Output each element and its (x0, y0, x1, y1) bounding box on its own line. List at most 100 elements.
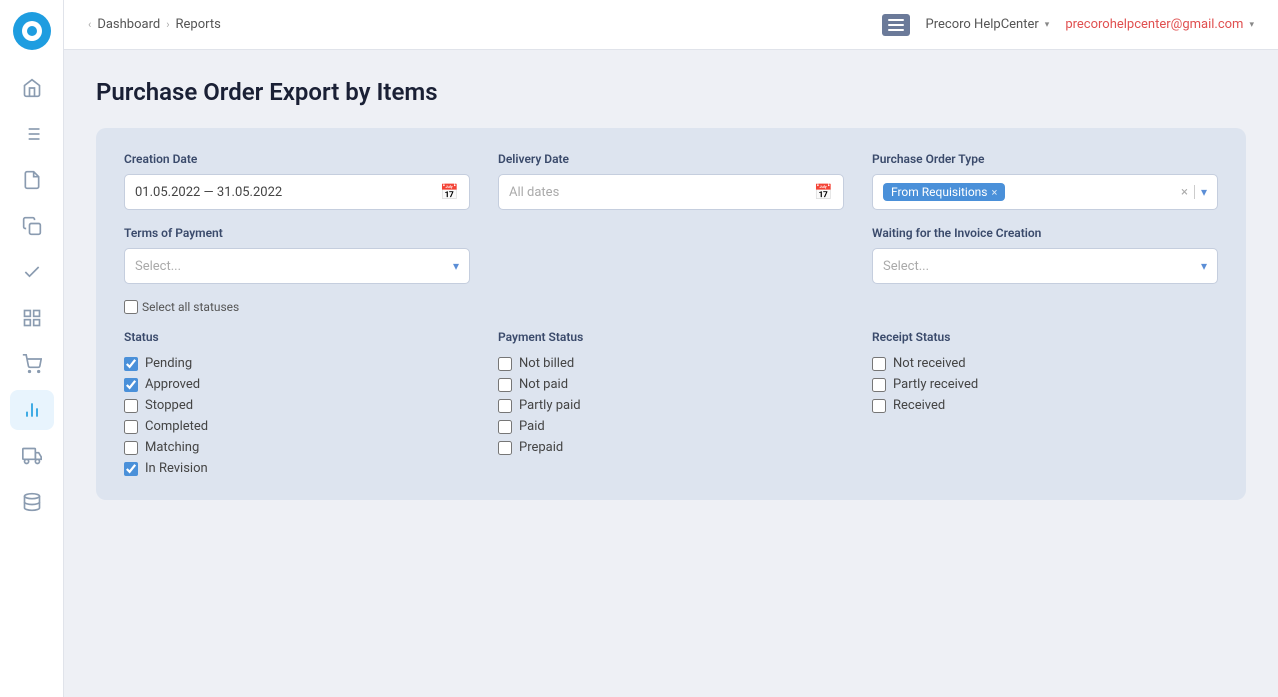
po-type-clear-icon[interactable]: × (1181, 185, 1188, 200)
waiting-invoice-select[interactable]: Select... ▾ (872, 248, 1218, 284)
payment-prepaid-checkbox[interactable] (498, 441, 512, 455)
payment-prepaid-row: Prepaid (498, 440, 844, 455)
app-logo[interactable] (13, 12, 51, 50)
receipt-status-group: Receipt Status Not received Partly recei… (872, 330, 1218, 476)
payment-not-paid-label[interactable]: Not paid (519, 377, 568, 392)
payment-not-paid-checkbox[interactable] (498, 378, 512, 392)
company-chevron-icon: ▾ (1045, 20, 1050, 30)
payment-prepaid-label[interactable]: Prepaid (519, 440, 563, 455)
po-type-value: From Requisitions × (883, 183, 1005, 201)
receipt-status-group-title: Receipt Status (872, 330, 1218, 344)
sidebar-item-delivery[interactable] (10, 436, 54, 476)
breadcrumb-sep-1: › (166, 18, 169, 31)
status-group: Status Pending Approved Stopped (124, 330, 470, 476)
status-completed-checkbox[interactable] (124, 420, 138, 434)
payment-status-group: Payment Status Not billed Not paid Partl… (498, 330, 844, 476)
creation-date-input[interactable]: 01.05.2022 — 31.05.2022 📅 (124, 174, 470, 210)
status-stopped-row: Stopped (124, 398, 470, 413)
po-type-tag-remove[interactable]: × (992, 186, 998, 199)
delivery-date-placeholder: All dates (509, 185, 559, 200)
sidebar-item-home[interactable] (10, 68, 54, 108)
receipt-partly-received-label[interactable]: Partly received (893, 377, 978, 392)
payment-not-billed-label[interactable]: Not billed (519, 356, 574, 371)
delivery-date-calendar-icon: 📅 (814, 183, 833, 201)
status-in-revision-label[interactable]: In Revision (145, 461, 208, 476)
breadcrumb-reports[interactable]: Reports (176, 17, 221, 32)
waiting-invoice-label: Waiting for the Invoice Creation (872, 226, 1218, 240)
status-group-title: Status (124, 330, 470, 344)
waiting-invoice-section: Waiting for the Invoice Creation Select.… (872, 226, 1218, 284)
status-completed-row: Completed (124, 419, 470, 434)
sidebar-item-requisitions[interactable] (10, 206, 54, 246)
topbar: ‹ Dashboard › Reports Precoro HelpCenter… (64, 0, 1278, 50)
receipt-not-received-row: Not received (872, 356, 1218, 371)
select-all-checkbox[interactable] (124, 300, 138, 314)
receipt-not-received-label[interactable]: Not received (893, 356, 966, 371)
checkboxes-section: Status Pending Approved Stopped (124, 330, 1218, 476)
receipt-received-row: Received (872, 398, 1218, 413)
sidebar-item-approvals[interactable] (10, 252, 54, 292)
payment-not-paid-row: Not paid (498, 377, 844, 392)
payment-partly-paid-checkbox[interactable] (498, 399, 512, 413)
delivery-date-label: Delivery Date (498, 152, 844, 166)
po-type-select[interactable]: From Requisitions × × ▾ (872, 174, 1218, 210)
status-matching-label[interactable]: Matching (145, 440, 199, 455)
payment-not-billed-row: Not billed (498, 356, 844, 371)
user-menu[interactable]: precorohelpcenter@gmail.com ▾ (1065, 17, 1254, 32)
po-type-section: Purchase Order Type From Requisitions × … (872, 152, 1218, 210)
po-type-chevron-icon[interactable]: ▾ (1201, 185, 1207, 199)
sidebar-item-orders[interactable] (10, 114, 54, 154)
status-pending-checkbox[interactable] (124, 357, 138, 371)
payment-paid-checkbox[interactable] (498, 420, 512, 434)
receipt-partly-received-row: Partly received (872, 377, 1218, 392)
breadcrumb: ‹ Dashboard › Reports (88, 17, 221, 32)
receipt-received-checkbox[interactable] (872, 399, 886, 413)
terms-payment-chevron-icon: ▾ (453, 259, 459, 273)
company-name: Precoro HelpCenter (926, 17, 1039, 32)
payment-paid-label[interactable]: Paid (519, 419, 545, 434)
status-matching-checkbox[interactable] (124, 441, 138, 455)
grid-icon[interactable] (882, 14, 910, 36)
user-email: precorohelpcenter@gmail.com (1065, 17, 1243, 32)
sidebar-item-receiving[interactable] (10, 344, 54, 384)
receipt-not-received-checkbox[interactable] (872, 357, 886, 371)
status-matching-row: Matching (124, 440, 470, 455)
po-type-tag-text: From Requisitions (891, 185, 988, 199)
po-type-tag: From Requisitions × (883, 183, 1005, 201)
payment-paid-row: Paid (498, 419, 844, 434)
terms-payment-section: Terms of Payment Select... ▾ (124, 226, 470, 284)
select-all-label[interactable]: Select all statuses (142, 300, 239, 314)
status-approved-checkbox[interactable] (124, 378, 138, 392)
terms-payment-select[interactable]: Select... ▾ (124, 248, 470, 284)
terms-payment-placeholder: Select... (135, 259, 181, 274)
payment-status-group-title: Payment Status (498, 330, 844, 344)
status-pending-row: Pending (124, 356, 470, 371)
sidebar-item-integrations[interactable] (10, 482, 54, 522)
status-stopped-checkbox[interactable] (124, 399, 138, 413)
status-pending-label[interactable]: Pending (145, 356, 192, 371)
receipt-received-label[interactable]: Received (893, 398, 945, 413)
status-approved-label[interactable]: Approved (145, 377, 200, 392)
creation-date-section: Creation Date 01.05.2022 — 31.05.2022 📅 (124, 152, 470, 210)
creation-date-value: 01.05.2022 — 31.05.2022 (135, 185, 282, 200)
receipt-partly-received-checkbox[interactable] (872, 378, 886, 392)
status-completed-label[interactable]: Completed (145, 419, 208, 434)
filter-card: Creation Date 01.05.2022 — 31.05.2022 📅 … (96, 128, 1246, 500)
status-in-revision-checkbox[interactable] (124, 462, 138, 476)
payment-partly-paid-label[interactable]: Partly paid (519, 398, 581, 413)
user-chevron-icon: ▾ (1249, 20, 1254, 30)
sidebar-item-catalog[interactable] (10, 298, 54, 338)
sidebar (0, 0, 64, 697)
chevron-left-icon: ‹ (88, 18, 91, 31)
company-selector[interactable]: Precoro HelpCenter ▾ (926, 17, 1050, 32)
page-title: Purchase Order Export by Items (96, 78, 1246, 106)
po-type-label: Purchase Order Type (872, 152, 1218, 166)
status-stopped-label[interactable]: Stopped (145, 398, 193, 413)
payment-not-billed-checkbox[interactable] (498, 357, 512, 371)
status-in-revision-row: In Revision (124, 461, 470, 476)
delivery-date-input[interactable]: All dates 📅 (498, 174, 844, 210)
sidebar-item-reports[interactable] (10, 390, 54, 430)
sidebar-item-documents[interactable] (10, 160, 54, 200)
breadcrumb-dashboard[interactable]: Dashboard (97, 17, 160, 32)
po-type-controls: × ▾ (1181, 185, 1207, 200)
